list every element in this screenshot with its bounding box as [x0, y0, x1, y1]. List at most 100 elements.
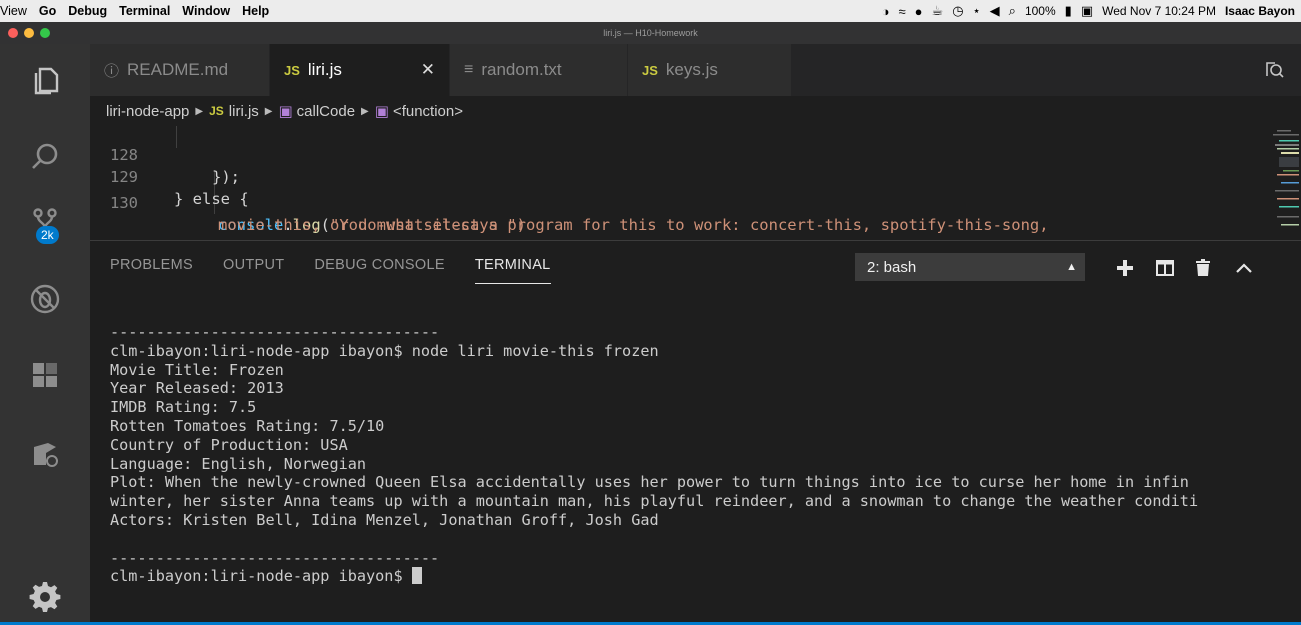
shield-icon[interactable]: ◑	[882, 4, 890, 19]
extensions-button[interactable]	[0, 345, 90, 405]
new-terminal-button[interactable]	[1113, 256, 1137, 280]
info-icon: ⓘ	[104, 62, 120, 80]
extensions-icon	[33, 363, 57, 387]
terminal-line: Rotten Tomatoes Rating: 7.5/10	[110, 416, 385, 435]
terminal-line: ------------------------------------	[110, 323, 440, 341]
breadcrumb-symbol[interactable]: callCode	[297, 103, 355, 120]
tab-debug-console[interactable]: DEBUG CONSOLE	[314, 257, 444, 284]
bluetooth-icon[interactable]: ⋆	[973, 3, 981, 19]
globe-icon[interactable]: ●	[915, 4, 923, 19]
chevron-updown-icon: ▲	[1066, 261, 1077, 273]
trash-icon	[1196, 259, 1210, 276]
battery-percent[interactable]: 100%	[1025, 4, 1056, 18]
tab-problems[interactable]: PROBLEMS	[110, 257, 193, 284]
search-icon	[32, 143, 58, 169]
source-control-button[interactable]: 2k	[0, 192, 90, 252]
tab-readme[interactable]: ⓘ README.md	[90, 44, 270, 96]
terminal-line: Plot: When the newly-crowned Queen Elsa …	[110, 473, 1189, 492]
code-editor[interactable]: 128 }); 129 } else { 130 console.log("Yo…	[90, 126, 1301, 240]
text-file-icon: ≡	[464, 61, 474, 78]
menu-debug[interactable]: Debug	[62, 4, 113, 18]
js-icon: JS	[209, 104, 224, 118]
menu-terminal[interactable]: Terminal	[113, 4, 176, 18]
terminal-line: Country of Production: USA	[110, 435, 348, 454]
user-name[interactable]: Isaac Bayon	[1225, 4, 1295, 18]
tab-liri-js[interactable]: JS liri.js ✕	[270, 44, 450, 96]
terminal-line: winter, her sister Anna teams up with a …	[110, 492, 1199, 511]
debug-button[interactable]	[0, 269, 90, 329]
tab-keys-js[interactable]: JS keys.js	[628, 44, 792, 96]
wifi-icon[interactable]: ⌕	[1009, 3, 1016, 19]
terminal-line: IMDB Rating: 7.5	[110, 398, 257, 417]
kill-terminal-button[interactable]	[1191, 256, 1215, 280]
js-icon: JS	[284, 62, 300, 78]
panel-tabs: PROBLEMS OUTPUT DEBUG CONSOLE TERMINAL	[110, 257, 551, 284]
explorer-button[interactable]	[0, 50, 90, 110]
chevron-up-icon	[1236, 263, 1252, 273]
volume-icon[interactable]: ◀	[990, 3, 1000, 19]
wave-icon[interactable]: ≈	[899, 4, 906, 19]
split-terminal-button[interactable]	[1153, 256, 1177, 280]
terminal-prompt: clm-ibayon:liri-node-app ibayon$	[110, 567, 412, 586]
cube-icon: ▣	[374, 103, 389, 120]
chevron-right-icon: ▶	[361, 105, 369, 117]
terminal-line: Actors: Kristen Bell, Idina Menzel, Jona…	[110, 510, 659, 529]
tab-terminal[interactable]: TERMINAL	[474, 257, 551, 284]
terminal-select[interactable]: 2: bash ▲	[855, 253, 1085, 281]
terminal-line: ------------------------------------	[110, 548, 440, 567]
terminal-line: Movie Title: Frozen	[110, 360, 284, 379]
terminal-line: Language: English, Norwegian	[110, 454, 367, 473]
scm-badge: 2k	[36, 226, 59, 244]
gear-icon	[29, 582, 61, 612]
settings-button[interactable]	[0, 565, 90, 625]
time-machine-icon[interactable]: ◷	[952, 3, 963, 19]
tab-label: liri.js	[307, 60, 342, 79]
chevron-right-icon: ▶	[195, 105, 204, 117]
terminal-select-value: 2: bash	[867, 258, 917, 276]
js-icon: JS	[642, 62, 658, 78]
code-line: 131	[90, 227, 1270, 240]
breadcrumb-folder[interactable]: liri-node-app	[106, 103, 189, 120]
plus-icon	[1117, 260, 1133, 276]
chevron-right-icon: ▶	[264, 105, 273, 117]
menu-go[interactable]: Go	[33, 4, 62, 18]
code-line: 129 } else {	[90, 144, 1270, 208]
window-titlebar: liri.js — H10-Homework	[0, 22, 1301, 44]
code-line: 130 console.log("You must select a progr…	[90, 170, 1270, 234]
terminal-output[interactable]: ------------------------------------ clm…	[110, 323, 1301, 586]
breadcrumb: liri-node-app ▶ JS liri.js ▶ ▣ callCode …	[90, 96, 1301, 126]
close-icon[interactable]: ✕	[421, 60, 435, 80]
battery-icon[interactable]: ▮	[1065, 3, 1072, 19]
open-changes-icon[interactable]	[1263, 59, 1285, 81]
split-icon	[1156, 260, 1174, 276]
search-button[interactable]	[0, 127, 90, 187]
no-bug-icon	[30, 284, 60, 314]
menu-help[interactable]: Help	[236, 4, 275, 18]
cube-icon: ▣	[278, 103, 293, 120]
activity-bar: 2k	[0, 44, 90, 625]
maximize-panel-button[interactable]	[1232, 256, 1256, 280]
tab-label: random.txt	[481, 60, 562, 79]
terminal-cursor	[411, 567, 422, 585]
code-line: movie-this, or do-what-it-says ")	[90, 192, 1270, 234]
live-share-icon	[34, 443, 58, 467]
macos-menubar: View Go Debug Terminal Window Help ◑ ≈ ●…	[0, 0, 1301, 22]
bottom-panel: PROBLEMS OUTPUT DEBUG CONSOLE TERMINAL 2…	[90, 240, 1301, 625]
terminal-line: clm-ibayon:liri-node-app ibayon$ node li…	[110, 341, 659, 360]
breadcrumb-symbol[interactable]: <function>	[393, 103, 463, 120]
code-line: 128 });	[90, 126, 1270, 186]
editor-tabs: ⓘ README.md JS liri.js ✕ ≡ random.txt JS…	[90, 44, 1301, 96]
menu-view[interactable]: View	[0, 4, 33, 18]
breadcrumb-file[interactable]: liri.js	[229, 103, 259, 120]
window-title: liri.js — H10-Homework	[603, 28, 698, 38]
coffee-icon[interactable]: ☕	[932, 3, 944, 19]
live-share-button[interactable]	[0, 424, 90, 484]
menu-window[interactable]: Window	[176, 4, 236, 18]
tab-random-txt[interactable]: ≡ random.txt	[450, 44, 628, 96]
display-icon[interactable]: ▣	[1081, 3, 1093, 19]
minimap[interactable]	[1271, 126, 1301, 240]
files-icon	[34, 67, 59, 95]
clock[interactable]: Wed Nov 7 10:24 PM	[1102, 4, 1216, 18]
tab-output[interactable]: OUTPUT	[223, 257, 284, 284]
